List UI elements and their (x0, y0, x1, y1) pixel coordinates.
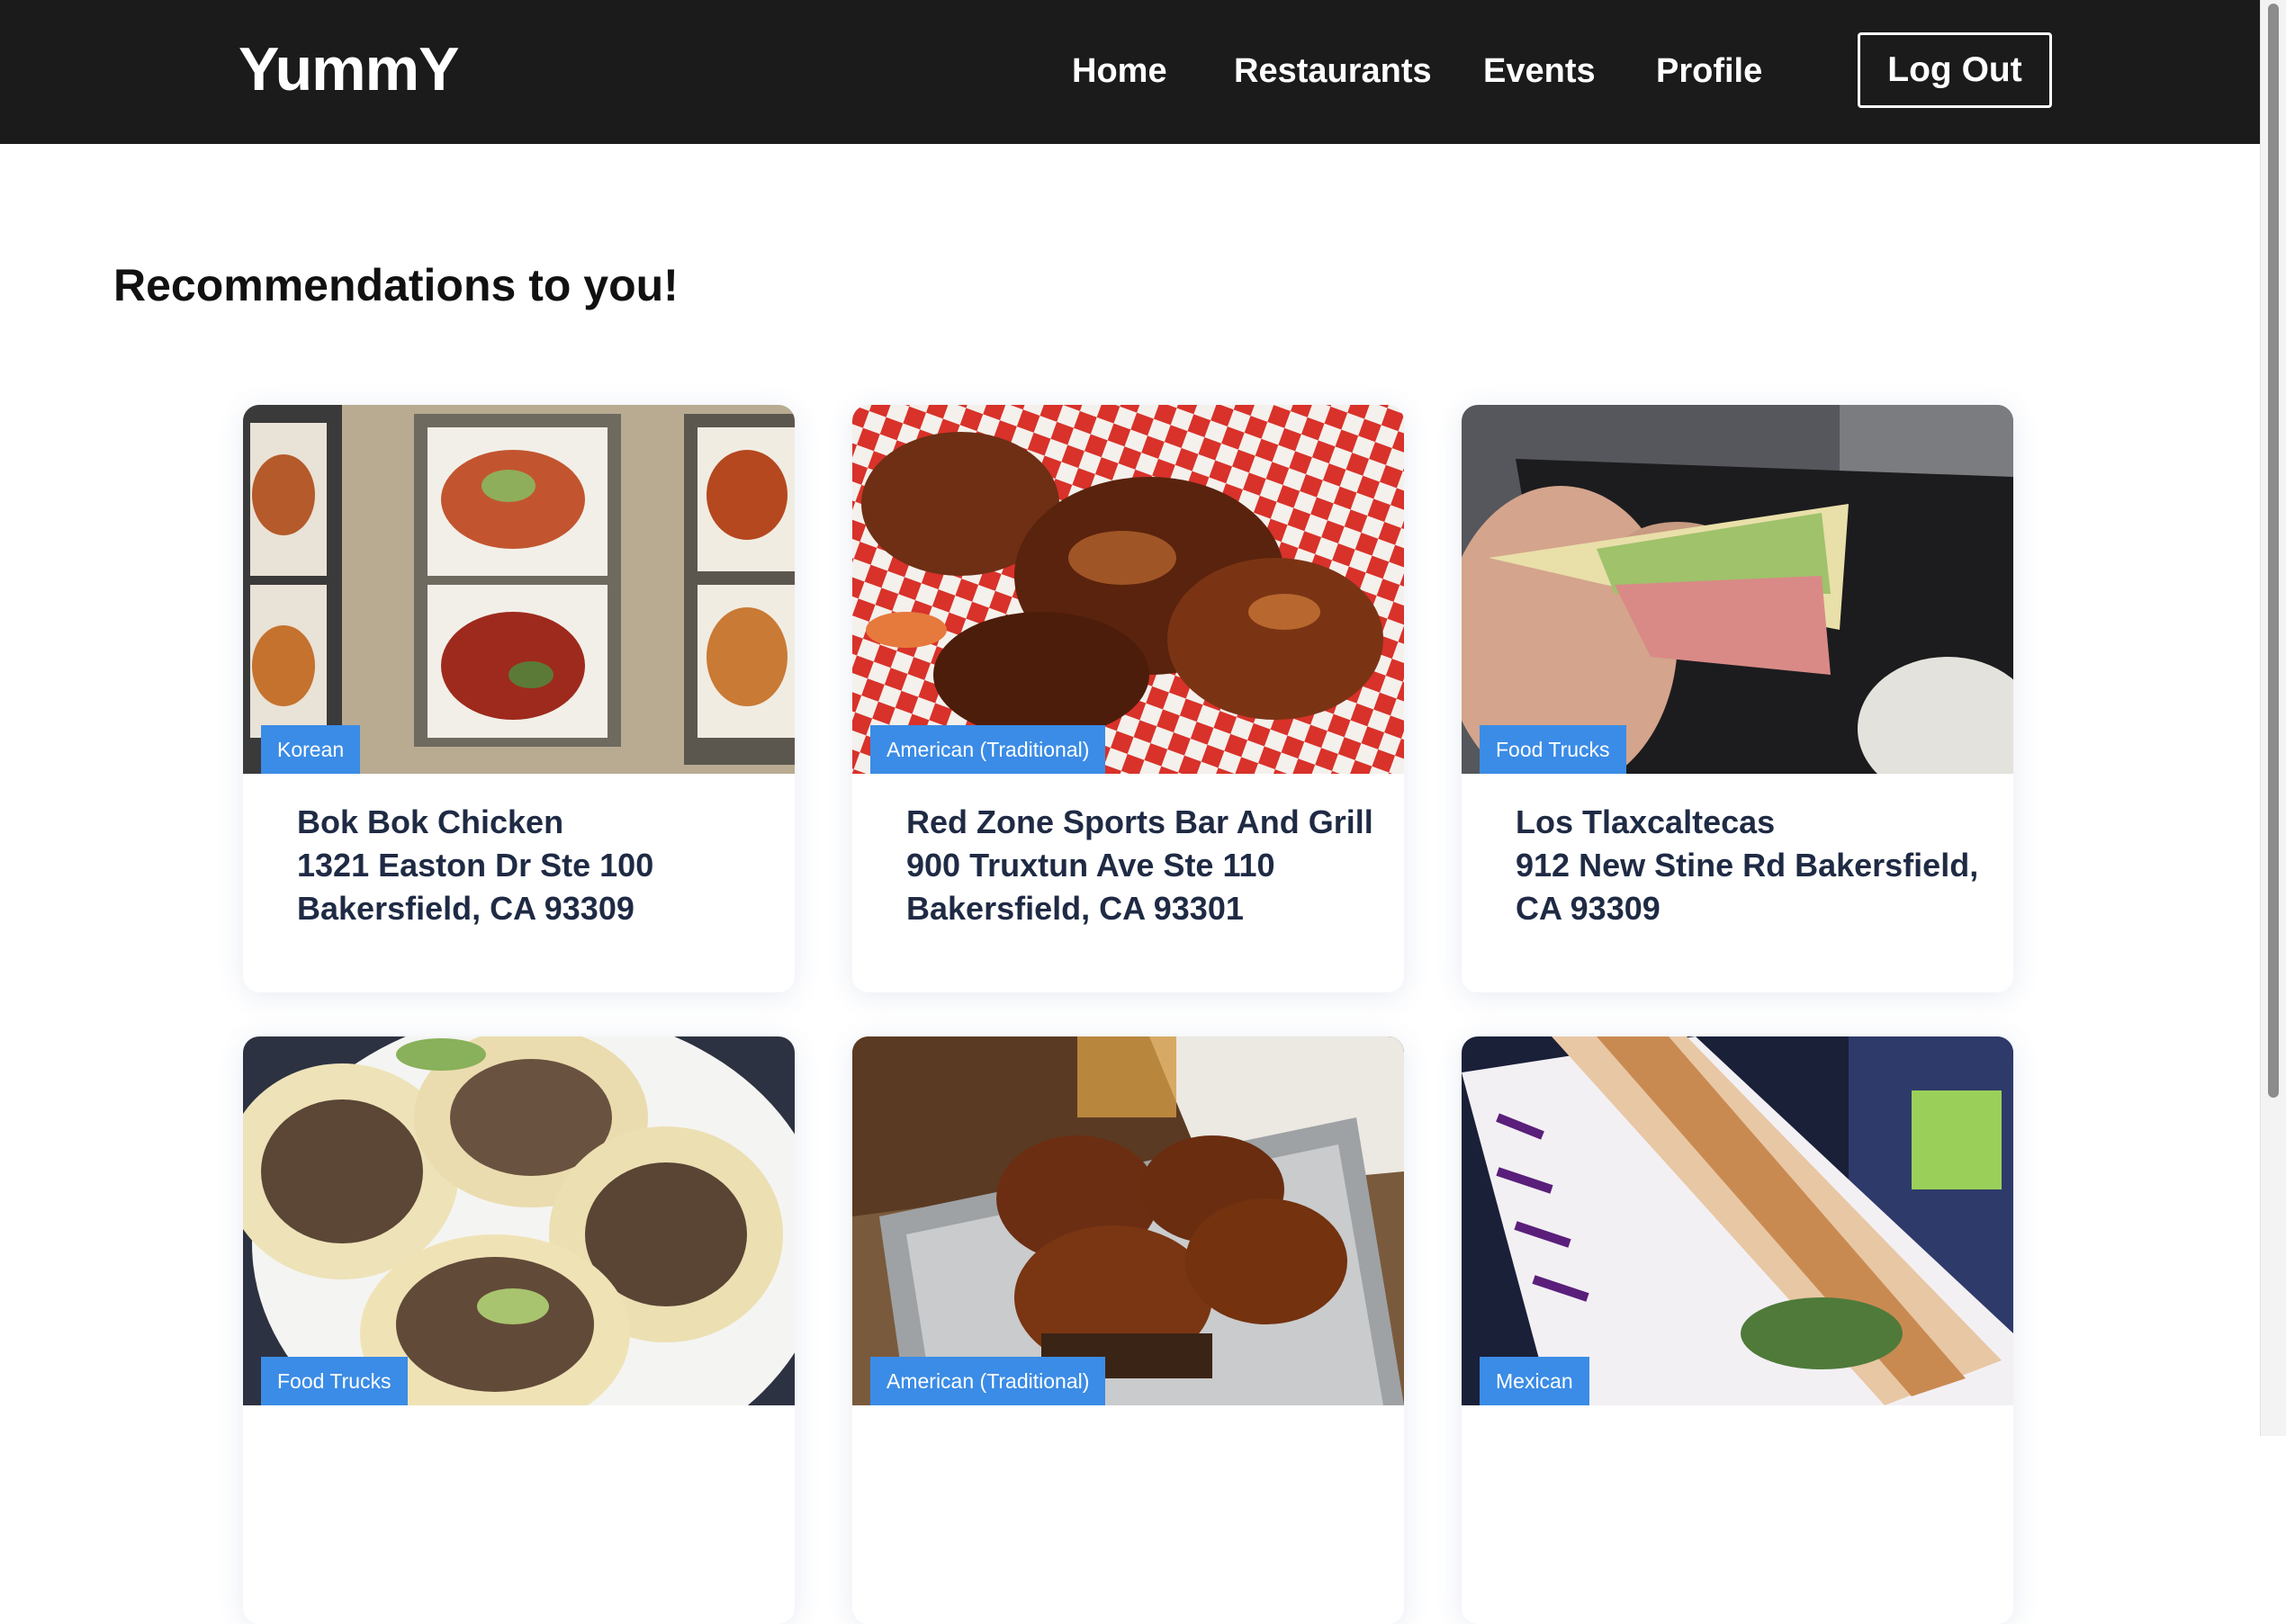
restaurant-card[interactable]: Food Trucks (243, 1036, 795, 1624)
logout-button[interactable]: Log Out (1858, 32, 2052, 108)
restaurant-photo: Food Trucks (243, 1036, 795, 1405)
restaurant-address-line1: 900 Truxtun Ave Ste 110 (906, 847, 1275, 884)
scrollbar-thumb[interactable] (2268, 4, 2279, 1098)
restaurant-info: Red Zone Sports Bar And Grill 900 Truxtu… (906, 801, 1374, 930)
restaurant-photo: Mexican (1462, 1036, 2013, 1405)
scrollbar[interactable] (2260, 0, 2286, 1436)
restaurant-photo: Korean (243, 405, 795, 774)
navbar: YummY Home Restaurants Events Profile Lo… (0, 0, 2260, 144)
restaurant-photo: American (Traditional) (852, 405, 1404, 774)
restaurant-card[interactable]: Mexican (1462, 1036, 2013, 1624)
page-title: Recommendations to you! (113, 260, 679, 310)
restaurant-address-line2: Bakersfield, CA 93309 (297, 890, 634, 927)
category-badge: American (Traditional) (870, 1357, 1106, 1405)
restaurant-photo: Food Trucks (1462, 405, 2013, 774)
restaurant-name: Bok Bok Chicken (297, 803, 564, 840)
restaurant-name: Red Zone Sports Bar And Grill (906, 803, 1373, 840)
nav-link-events[interactable]: Events (1483, 52, 1596, 91)
restaurant-address-line1: 1321 Easton Dr Ste 100 (297, 847, 654, 884)
category-badge: Mexican (1480, 1357, 1589, 1405)
nav-link-home[interactable]: Home (1072, 52, 1167, 91)
restaurant-info: Bok Bok Chicken 1321 Easton Dr Ste 100 B… (297, 801, 765, 930)
category-badge: Korean (261, 725, 361, 774)
category-badge: Food Trucks (261, 1357, 408, 1405)
restaurant-info: Los Tlaxcaltecas 912 New Stine Rd Bakers… (1516, 801, 1984, 930)
restaurant-card[interactable]: Food Trucks Los Tlaxcaltecas 912 New Sti… (1462, 405, 2013, 992)
nav-link-profile[interactable]: Profile (1656, 52, 1762, 91)
restaurant-photo: American (Traditional) (852, 1036, 1404, 1405)
restaurant-card[interactable]: Korean Bok Bok Chicken 1321 Easton Dr St… (243, 405, 795, 992)
restaurant-address-line2: CA 93309 (1516, 890, 1660, 927)
restaurant-card[interactable]: American (Traditional) Red Zone Sports B… (852, 405, 1404, 992)
category-badge: American (Traditional) (870, 725, 1106, 774)
restaurant-name: Los Tlaxcaltecas (1516, 803, 1776, 840)
restaurant-address-line1: 912 New Stine Rd Bakersfield, (1516, 847, 1979, 884)
brand-logo[interactable]: YummY (238, 34, 459, 104)
nav-link-restaurants[interactable]: Restaurants (1234, 52, 1432, 91)
restaurant-card[interactable]: American (Traditional) (852, 1036, 1404, 1624)
restaurant-address-line2: Bakersfield, CA 93301 (906, 890, 1244, 927)
category-badge: Food Trucks (1480, 725, 1626, 774)
